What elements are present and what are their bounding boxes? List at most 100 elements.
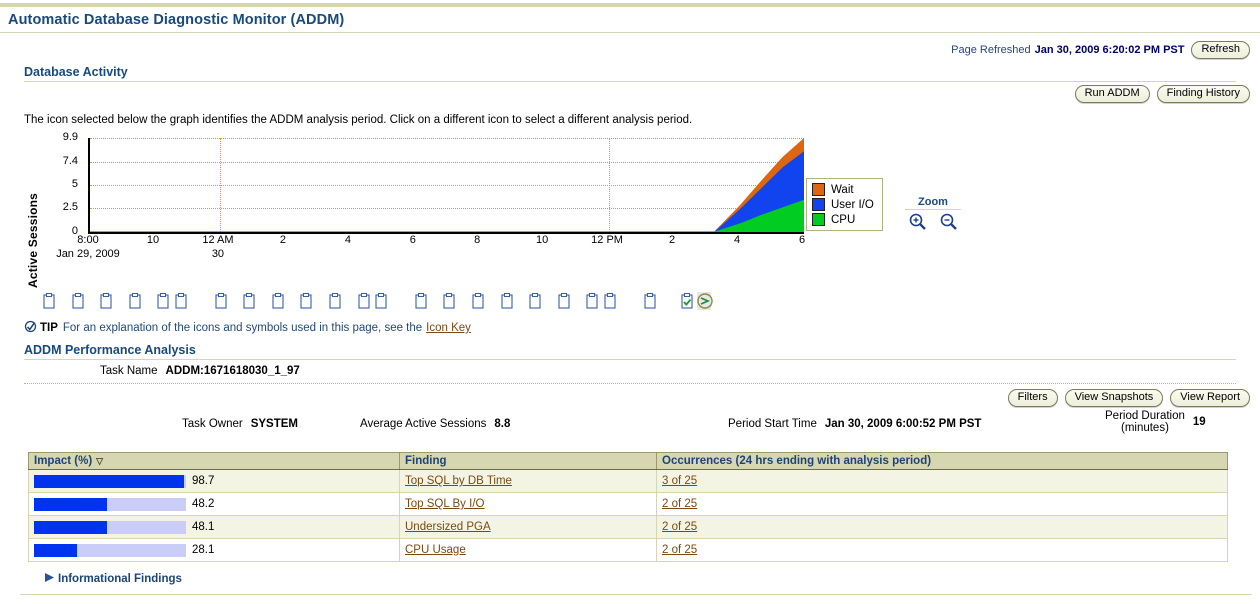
impact-value: 48.1 [192,521,214,533]
avg-active-sessions-label: Average Active Sessions [360,418,486,430]
cell-finding: Undersized PGA [400,516,657,539]
analysis-dotted-divider [24,383,1236,384]
snapshot-icon[interactable] [643,292,657,310]
snapshot-icon[interactable] [99,292,113,310]
zoom-out-icon[interactable] [939,212,958,234]
chart-y-tick: 2.5 [48,201,78,213]
snapshot-icon[interactable] [500,292,514,310]
legend-item-wait: Wait [812,182,874,197]
occurrences-link[interactable]: 2 of 25 [662,498,697,510]
impact-bar-fill [34,521,107,534]
tip-icon [24,320,37,336]
table-row: 28.1 CPU Usage 2 of 25 [29,539,1228,562]
snapshot-icon[interactable] [442,292,456,310]
chart-x-sublabel: Jan 29, 2009 [56,248,120,260]
snapshot-icon[interactable] [128,292,142,310]
snapshot-icon[interactable] [528,292,542,310]
snapshot-icon[interactable] [585,292,599,310]
chart-area-cpu [90,200,804,232]
run-addm-button[interactable]: Run ADDM [1075,85,1150,103]
impact-bar-track [34,498,186,511]
zoom-controls: Zoom [905,196,961,234]
occurrences-link[interactable]: 3 of 25 [662,475,697,487]
finding-link[interactable]: Top SQL By I/O [405,498,484,510]
refresh-button[interactable]: Refresh [1191,41,1250,59]
snapshot-icon[interactable] [42,292,56,310]
finding-link[interactable]: CPU Usage [405,544,466,556]
chart-x-sublabel: 30 [212,248,224,260]
chart-plot-area[interactable] [88,138,804,234]
finding-history-button[interactable]: Finding History [1157,85,1250,103]
cell-finding: Top SQL By I/O [400,493,657,516]
filters-button[interactable]: Filters [1008,389,1058,407]
legend-label-wait: Wait [831,184,854,196]
legend-label-cpu: CPU [831,214,855,226]
view-report-button[interactable]: View Report [1170,389,1250,407]
column-header-impact[interactable]: Impact (%)▽ [29,453,400,470]
view-snapshots-button[interactable]: View Snapshots [1065,389,1164,407]
snapshot-icon[interactable] [156,292,170,310]
column-header-finding[interactable]: Finding [400,453,657,470]
snapshot-icon[interactable] [242,292,256,310]
finding-link[interactable]: Undersized PGA [405,521,491,533]
impact-bar-fill [34,498,107,511]
snapshot-icon[interactable] [174,292,188,310]
cell-impact: 98.7 [29,470,400,493]
finding-link[interactable]: Top SQL by DB Time [405,475,512,487]
chart-x-tick: 2 [280,234,286,246]
occurrences-link[interactable]: 2 of 25 [662,521,697,533]
chart-area-wait [90,138,804,232]
chart-x-tick: 2 [669,234,675,246]
snapshot-icon[interactable] [603,292,617,310]
snapshot-icon[interactable] [299,292,313,310]
cell-occurrences: 3 of 25 [657,470,1228,493]
impact-value: 28.1 [192,544,214,556]
icon-key-link[interactable]: Icon Key [426,322,471,334]
snapshot-icon[interactable] [471,292,485,310]
sort-descending-icon: ▽ [96,456,103,467]
informational-findings-label: Informational Findings [58,573,182,585]
snapshot-icon[interactable] [71,292,85,310]
snapshot-icon[interactable] [557,292,571,310]
column-header-occurrences[interactable]: Occurrences (24 hrs ending with analysis… [657,453,1228,470]
chart-x-tick: 8 [474,234,480,246]
chart-x-tick: 12 PM [591,234,623,246]
tip-text: For an explanation of the icons and symb… [63,322,422,334]
chart-x-tick: 4 [734,234,740,246]
snapshot-icon-selected[interactable] [697,292,711,310]
chart-x-tick: 6 [799,234,805,246]
cell-finding: CPU Usage [400,539,657,562]
chart-x-tick: 12 AM [202,234,233,246]
period-start-value: Jan 30, 2009 6:00:52 PM PST [825,418,982,430]
chart-x-tick: 8:00 [77,234,98,246]
snapshot-icon[interactable] [214,292,228,310]
snapshot-icon[interactable] [680,292,694,310]
findings-table: Impact (%)▽ Finding Occurrences (24 hrs … [28,452,1228,562]
chart-x-tick: 4 [345,234,351,246]
snapshot-icon[interactable] [414,292,428,310]
snapshot-icon[interactable] [328,292,342,310]
snapshot-icon[interactable] [357,292,371,310]
chart-y-tick: 5 [48,178,78,190]
informational-findings-toggle[interactable]: Informational Findings [44,572,1260,586]
task-name-label: Task Name [100,365,158,377]
expand-triangle-icon[interactable] [44,572,56,586]
page-refreshed-value: Jan 30, 2009 6:20:02 PM PST [1035,44,1185,56]
snapshot-icon[interactable] [271,292,285,310]
cell-impact: 48.2 [29,493,400,516]
impact-value: 48.2 [192,498,214,510]
task-owner-label: Task Owner [182,418,243,430]
cell-occurrences: 2 of 25 [657,493,1228,516]
snapshot-icon[interactable] [374,292,388,310]
chart-area-user-i-o [90,151,804,232]
period-start-label: Period Start Time [728,418,817,430]
zoom-in-icon[interactable] [908,212,927,234]
chart-x-tick: 10 [536,234,548,246]
cell-finding: Top SQL by DB Time [400,470,657,493]
snapshot-icon-row[interactable] [0,292,1260,314]
analysis-properties-row: Task Owner SYSTEM Average Active Session… [0,410,1260,444]
table-row: 48.1 Undersized PGA 2 of 25 [29,516,1228,539]
legend-swatch-wait [812,183,825,196]
task-owner-group: Task Owner SYSTEM [182,418,298,430]
occurrences-link[interactable]: 2 of 25 [662,544,697,556]
